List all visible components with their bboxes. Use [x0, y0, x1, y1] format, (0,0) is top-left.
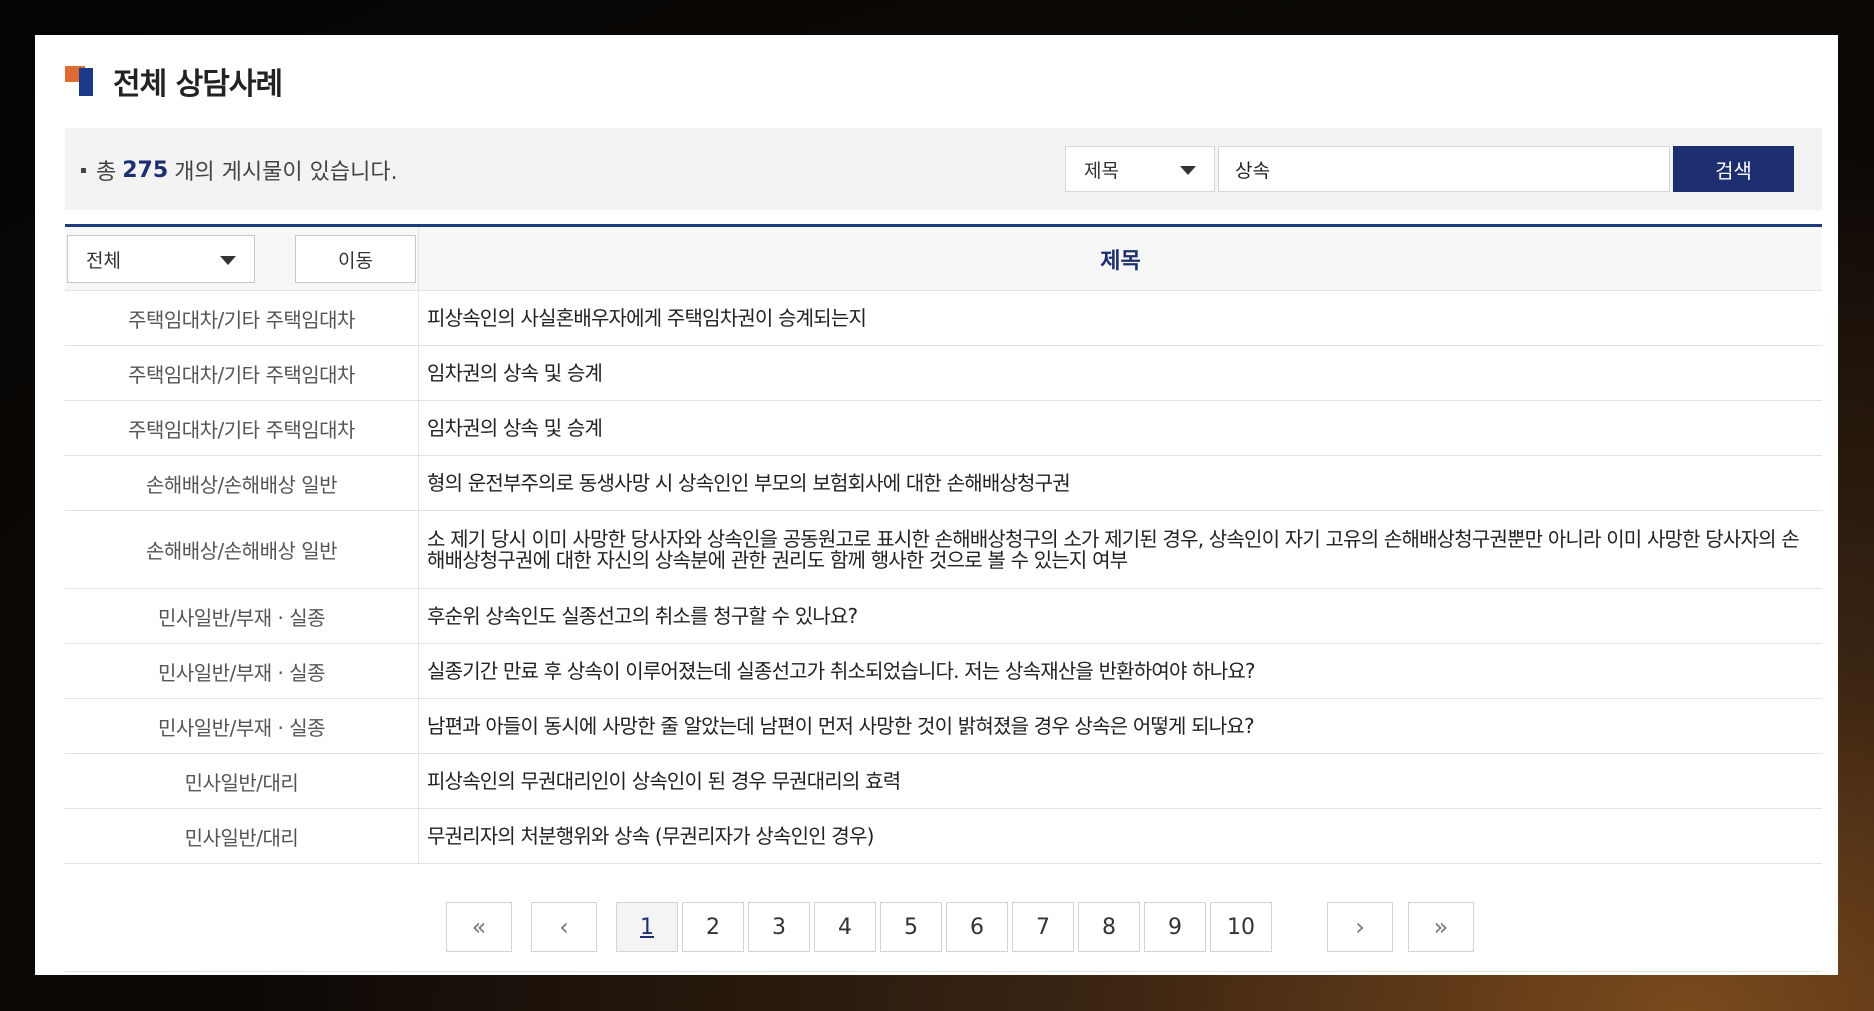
page-button-9[interactable]: 9 — [1144, 902, 1206, 952]
row-category: 주택임대차/기타 주택임대차 — [65, 401, 419, 455]
title-column-header: 제목 — [1100, 249, 1141, 274]
page-button-6[interactable]: 6 — [946, 902, 1008, 952]
search-input[interactable] — [1218, 146, 1670, 192]
page-button-3[interactable]: 3 — [748, 902, 810, 952]
table-row[interactable]: 민사일반/대리 무권리자의 처분행위와 상속 (무권리자가 상속인인 경우) — [65, 809, 1822, 864]
results-table: 전체 이동 제목 주택임대차/기타 주택임대차 피상속인의 사실혼배우자에게 주… — [65, 224, 1822, 864]
page-button-1[interactable]: 1 — [616, 902, 678, 952]
search-field-select[interactable]: 제목 — [1065, 146, 1215, 192]
table-row[interactable]: 민사일반/부재 · 실종 후순위 상속인도 실종선고의 취소를 청구할 수 있나… — [65, 589, 1822, 644]
post-count: 총 275 개의 게시물이 있습니다. — [81, 154, 398, 186]
row-category: 주택임대차/기타 주택임대차 — [65, 291, 419, 345]
row-title-link[interactable]: 임차권의 상속 및 승계 — [419, 346, 1822, 400]
table-row[interactable]: 손해배상/손해배상 일반 형의 운전부주의로 동생사망 시 상속인인 부모의 보… — [65, 456, 1822, 511]
table-header: 전체 이동 제목 — [65, 227, 1822, 291]
row-title-link[interactable]: 형의 운전부주의로 동생사망 시 상속인인 부모의 보험회사에 대한 손해배상청… — [419, 456, 1822, 510]
first-page-button[interactable]: « — [446, 902, 512, 952]
search-field-value: 제목 — [1084, 159, 1119, 182]
heading-square-icon — [65, 66, 95, 96]
table-row[interactable]: 민사일반/대리 피상속인의 무권대리인이 상속인이 된 경우 무권대리의 효력 — [65, 754, 1822, 809]
search-button[interactable]: 검색 — [1673, 146, 1794, 192]
category-select-value: 전체 — [86, 249, 121, 272]
page-heading: 전체 상담사례 — [65, 59, 283, 103]
caret-down-icon — [220, 256, 236, 265]
table-row[interactable]: 주택임대차/기타 주택임대차 임차권의 상속 및 승계 — [65, 401, 1822, 456]
row-category: 민사일반/부재 · 실종 — [65, 589, 419, 643]
page-button-2[interactable]: 2 — [682, 902, 744, 952]
row-category: 손해배상/손해배상 일반 — [65, 456, 419, 510]
row-category: 손해배상/손해배상 일반 — [65, 511, 419, 588]
row-title-link[interactable]: 실종기간 만료 후 상속이 이루어졌는데 실종선고가 취소되었습니다. 저는 상… — [419, 644, 1822, 698]
prev-page-button[interactable]: ‹ — [531, 902, 597, 952]
row-title-link[interactable]: 무권리자의 처분행위와 상속 (무권리자가 상속인인 경우) — [419, 809, 1822, 863]
last-page-button[interactable]: » — [1408, 902, 1474, 952]
page-button-7[interactable]: 7 — [1012, 902, 1074, 952]
row-category: 민사일반/부재 · 실종 — [65, 699, 419, 753]
table-row[interactable]: 민사일반/부재 · 실종 남편과 아들이 동시에 사망한 줄 알았는데 남편이 … — [65, 699, 1822, 754]
page-title: 전체 상담사례 — [113, 67, 283, 102]
count-prefix: 총 — [96, 160, 117, 185]
row-title-link[interactable]: 임차권의 상속 및 승계 — [419, 401, 1822, 455]
content-panel: 전체 상담사례 총 275 개의 게시물이 있습니다. 제목 검색 전체 이동 … — [35, 35, 1838, 975]
page-button-4[interactable]: 4 — [814, 902, 876, 952]
page-button-5[interactable]: 5 — [880, 902, 942, 952]
move-button[interactable]: 이동 — [295, 235, 416, 283]
row-title-link[interactable]: 피상속인의 사실혼배우자에게 주택임차권이 승계되는지 — [419, 291, 1822, 345]
category-select[interactable]: 전체 — [67, 235, 255, 283]
divider — [65, 971, 1822, 972]
count-number: 275 — [122, 157, 169, 183]
row-title-link[interactable]: 후순위 상속인도 실종선고의 취소를 청구할 수 있나요? — [419, 589, 1822, 643]
page-button-8[interactable]: 8 — [1078, 902, 1140, 952]
row-category: 주택임대차/기타 주택임대차 — [65, 346, 419, 400]
row-category: 민사일반/부재 · 실종 — [65, 644, 419, 698]
caret-down-icon — [1180, 166, 1196, 175]
table-row[interactable]: 주택임대차/기타 주택임대차 피상속인의 사실혼배우자에게 주택임차권이 승계되… — [65, 291, 1822, 346]
search-bar: 총 275 개의 게시물이 있습니다. 제목 검색 — [65, 128, 1822, 210]
table-row[interactable]: 민사일반/부재 · 실종 실종기간 만료 후 상속이 이루어졌는데 실종선고가 … — [65, 644, 1822, 699]
row-title-link[interactable]: 소 제기 당시 이미 사망한 당사자와 상속인을 공동원고로 표시한 손해배상청… — [419, 511, 1822, 588]
bullet-icon — [81, 167, 86, 173]
page-button-10[interactable]: 10 — [1210, 902, 1272, 952]
row-category: 민사일반/대리 — [65, 754, 419, 808]
table-row[interactable]: 손해배상/손해배상 일반 소 제기 당시 이미 사망한 당사자와 상속인을 공동… — [65, 511, 1822, 589]
row-title-link[interactable]: 피상속인의 무권대리인이 상속인이 된 경우 무권대리의 효력 — [419, 754, 1822, 808]
table-row[interactable]: 주택임대차/기타 주택임대차 임차권의 상속 및 승계 — [65, 346, 1822, 401]
count-suffix: 개의 게시물이 있습니다. — [174, 160, 398, 185]
next-page-button[interactable]: › — [1327, 902, 1393, 952]
row-title-link[interactable]: 남편과 아들이 동시에 사망한 줄 알았는데 남편이 먼저 사망한 것이 밝혀졌… — [419, 699, 1822, 753]
row-category: 민사일반/대리 — [65, 809, 419, 863]
